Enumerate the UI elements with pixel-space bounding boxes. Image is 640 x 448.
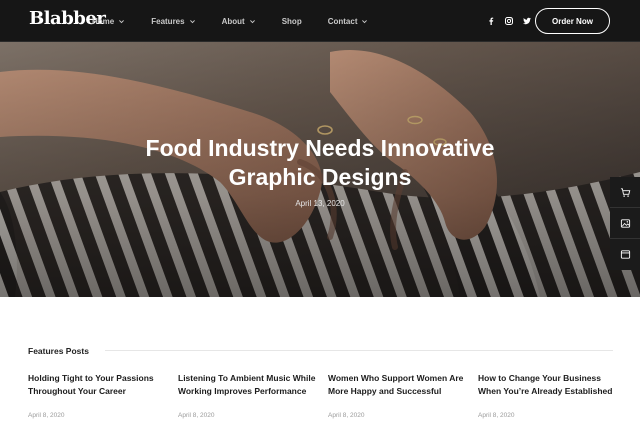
chevron-down-icon [362, 19, 368, 23]
chevron-down-icon [189, 19, 195, 23]
nav-item-label: Contact [327, 16, 358, 26]
feature-post[interactable]: Women Who Support Women Are More Happy a… [328, 372, 466, 419]
hero-date: April 13, 2020 [295, 199, 345, 208]
twitter-icon[interactable] [522, 16, 532, 26]
image-icon [620, 218, 630, 228]
browser-icon [620, 250, 630, 259]
feature-post[interactable]: Listening To Ambient Music While Working… [178, 372, 316, 419]
nav-item-shop[interactable]: Shop [282, 17, 302, 26]
post-date: April 8, 2020 [328, 412, 365, 419]
nav-item-home[interactable]: Home [92, 17, 125, 26]
chevron-down-icon [119, 19, 125, 23]
nav-item-label: Features [151, 16, 185, 26]
nav-item-contact[interactable]: Contact [328, 17, 369, 26]
chevron-down-icon [249, 19, 255, 23]
floating-side-toolbar [610, 177, 640, 270]
post-title[interactable]: Listening To Ambient Music While Working… [178, 372, 316, 397]
order-now-button[interactable]: Order Now [535, 8, 610, 34]
social-links [486, 16, 532, 26]
instagram-icon[interactable] [504, 16, 514, 26]
facebook-icon[interactable] [486, 16, 496, 26]
nav-item-label: About [221, 16, 245, 26]
post-date: April 8, 2020 [28, 412, 65, 419]
nav-item-about[interactable]: About [222, 17, 256, 26]
feature-post[interactable]: How to Change Your Business When You’re … [478, 372, 616, 419]
hero-banner[interactable]: Food Industry Needs Innovative Graphic D… [0, 42, 640, 297]
browser-button[interactable] [610, 239, 640, 270]
nav-item-label: Home [92, 16, 115, 26]
hero-title[interactable]: Food Industry Needs Innovative Graphic D… [120, 134, 520, 192]
post-title[interactable]: Women Who Support Women Are More Happy a… [328, 372, 466, 397]
cart-icon [620, 187, 630, 197]
feature-post[interactable]: Holding Tight to Your Passions Throughou… [28, 372, 166, 419]
post-date: April 8, 2020 [178, 412, 215, 419]
divider [105, 350, 613, 351]
post-title[interactable]: How to Change Your Business When You’re … [478, 372, 616, 397]
main-nav: Home Features About Shop Contact [92, 0, 394, 42]
post-date: April 8, 2020 [478, 412, 515, 419]
features-heading: Features Posts [28, 346, 89, 356]
nav-item-label: Shop [281, 16, 302, 26]
cart-button[interactable] [610, 177, 640, 208]
image-button[interactable] [610, 208, 640, 239]
post-title[interactable]: Holding Tight to Your Passions Throughou… [28, 372, 166, 397]
nav-item-features[interactable]: Features [151, 17, 195, 26]
site-header: Blabber Home Features About Shop Contact… [0, 0, 640, 42]
